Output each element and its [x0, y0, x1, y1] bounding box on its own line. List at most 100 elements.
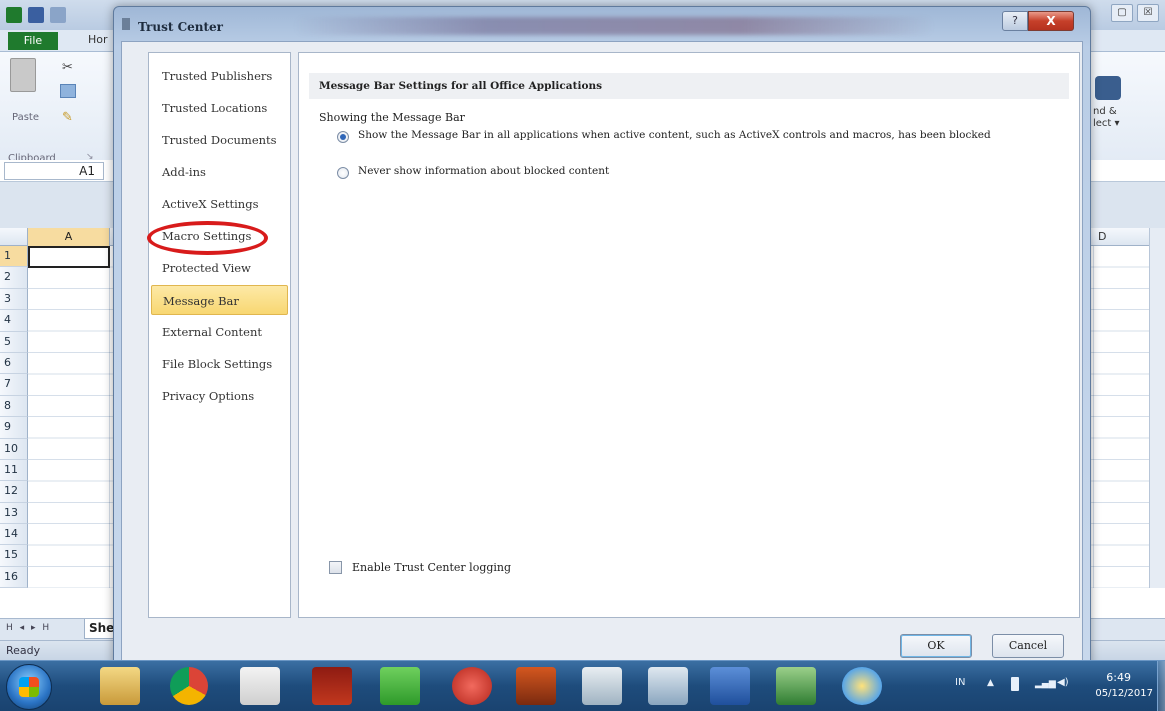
- calendar-icon[interactable]: [240, 667, 280, 705]
- nav-item-protected-view[interactable]: Protected View: [151, 253, 288, 283]
- system-tray: IN ▲ ▂▄▆ ◀) 6:49 05/12/2017: [945, 661, 1165, 711]
- start-button[interactable]: [6, 664, 52, 710]
- binoculars-icon[interactable]: [1095, 76, 1121, 100]
- trust-center-nav: Trusted Publishers Trusted Locations Trust…: [148, 52, 291, 618]
- nav-item-trusted-documents[interactable]: Trusted Documents: [151, 125, 288, 155]
- show-desktop-button[interactable]: [1157, 661, 1165, 711]
- row-header[interactable]: 10: [0, 438, 28, 460]
- ok-button[interactable]: OK: [900, 634, 972, 658]
- row-header[interactable]: 16: [0, 566, 28, 589]
- pen-app-icon[interactable]: [648, 667, 688, 705]
- nav-item-activex-settings[interactable]: ActiveX Settings: [151, 189, 288, 219]
- media-app-icon[interactable]: [516, 667, 556, 705]
- green-app-icon[interactable]: [380, 667, 420, 705]
- excel-icon[interactable]: [776, 667, 816, 705]
- column-header-a[interactable]: A: [28, 228, 110, 246]
- speed-app-icon[interactable]: [452, 667, 492, 705]
- row-header[interactable]: 7: [0, 374, 28, 396]
- nav-item-trusted-locations[interactable]: Trusted Locations: [151, 93, 288, 123]
- row-header[interactable]: 1: [0, 246, 28, 268]
- format-painter-icon[interactable]: ✎: [62, 110, 73, 125]
- excel-window-controls: ▢ ☒: [1111, 4, 1159, 22]
- dialog-help-button[interactable]: ?: [1002, 11, 1028, 31]
- nav-item-add-ins[interactable]: Add-ins: [151, 157, 288, 187]
- nav-item-privacy-options[interactable]: Privacy Options: [151, 381, 288, 411]
- name-box[interactable]: A1: [4, 162, 104, 180]
- sheet-nav-arrows[interactable]: H ◂ ▸ H: [6, 623, 51, 633]
- radio-show-message-bar[interactable]: [337, 131, 349, 143]
- macro-settings-highlight-circle: [147, 221, 268, 255]
- row-header[interactable]: 8: [0, 395, 28, 418]
- excel-close-button[interactable]: ☒: [1137, 4, 1159, 22]
- enable-logging-checkbox[interactable]: [329, 561, 342, 574]
- section-header: Message Bar Settings for all Office Appl…: [309, 73, 1069, 99]
- nav-item-external-content[interactable]: External Content: [151, 317, 288, 347]
- nav-item-file-block-settings[interactable]: File Block Settings: [151, 349, 288, 379]
- vertical-scrollbar[interactable]: [1149, 228, 1165, 588]
- quick-access-toolbar: [6, 7, 66, 23]
- file-explorer-icon[interactable]: [100, 667, 140, 705]
- row-header[interactable]: 5: [0, 331, 28, 353]
- nav-item-message-bar[interactable]: Message Bar: [151, 285, 288, 315]
- find-label-line2: lect ▾: [1093, 118, 1120, 129]
- row-header[interactable]: 4: [0, 310, 28, 332]
- cancel-button[interactable]: Cancel: [992, 634, 1064, 658]
- word-icon[interactable]: [710, 667, 750, 705]
- clock-date[interactable]: 05/12/2017: [1095, 688, 1153, 699]
- dialog-title: Trust Center: [138, 20, 223, 34]
- radio-show-label[interactable]: Show the Message Bar in all applications…: [358, 129, 1038, 141]
- row-header[interactable]: 2: [0, 267, 28, 289]
- copy-icon[interactable]: [60, 84, 76, 98]
- message-bar-group-label: Showing the Message Bar: [319, 111, 465, 124]
- battery-icon[interactable]: [1011, 677, 1019, 691]
- nav-item-trusted-publishers[interactable]: Trusted Publishers: [151, 61, 288, 91]
- cut-icon[interactable]: ✂: [62, 60, 73, 75]
- logging-row[interactable]: Enable Trust Center logging: [329, 561, 511, 574]
- file-tab[interactable]: File: [8, 32, 58, 50]
- enable-logging-label[interactable]: Enable Trust Center logging: [352, 561, 511, 574]
- find-select-label[interactable]: nd & lect ▾: [1093, 106, 1120, 130]
- paste-icon[interactable]: [10, 58, 36, 92]
- row-header[interactable]: 11: [0, 459, 28, 482]
- row-header[interactable]: 3: [0, 288, 28, 311]
- taskbar: IN ▲ ▂▄▆ ◀) 6:49 05/12/2017: [0, 660, 1165, 711]
- radio-never-show[interactable]: [337, 167, 349, 179]
- excel-logo-icon: [6, 7, 22, 23]
- clipboard-group: Paste ✂ ✎ Clipboard ↘: [6, 56, 116, 164]
- radio-row-show[interactable]: Show the Message Bar in all applications…: [337, 129, 1038, 143]
- select-all-corner[interactable]: [0, 228, 28, 246]
- paint-icon[interactable]: [842, 667, 882, 705]
- book-icon[interactable]: [312, 667, 352, 705]
- row-header[interactable]: 9: [0, 417, 28, 439]
- radio-row-never[interactable]: Never show information about blocked con…: [337, 165, 1038, 179]
- active-cell[interactable]: [28, 246, 110, 268]
- row-header[interactable]: 13: [0, 502, 28, 525]
- dialog-title-controls: ? X: [1002, 11, 1074, 31]
- row-header[interactable]: 15: [0, 545, 28, 567]
- windows-logo-icon: [19, 677, 39, 697]
- excel-restore-button[interactable]: ▢: [1111, 4, 1133, 22]
- chrome-icon[interactable]: [170, 667, 208, 705]
- radio-never-label[interactable]: Never show information about blocked con…: [358, 165, 1038, 177]
- column-header-d[interactable]: D: [1090, 228, 1150, 246]
- row-headers: 1 2 3 4 5 6 7 8 9 10 11 12 13 14 15 16: [0, 246, 28, 589]
- paste-label[interactable]: Paste: [12, 112, 39, 123]
- maps-app-icon[interactable]: [582, 667, 622, 705]
- dialog-icon: [122, 18, 130, 30]
- find-label-line1: nd &: [1093, 106, 1117, 117]
- row-header[interactable]: 14: [0, 524, 28, 546]
- tray-overflow-icon[interactable]: ▲: [987, 678, 994, 688]
- home-tab[interactable]: Hor: [88, 33, 108, 46]
- row-header[interactable]: 6: [0, 352, 28, 375]
- undo-icon[interactable]: [50, 7, 66, 23]
- clock-time[interactable]: 6:49: [1106, 671, 1131, 684]
- save-icon[interactable]: [28, 7, 44, 23]
- language-indicator[interactable]: IN: [955, 677, 965, 688]
- status-ready: Ready: [6, 644, 41, 657]
- dialog-client-area: Trusted Publishers Trusted Locations Trust…: [121, 41, 1083, 663]
- volume-icon[interactable]: ◀): [1057, 677, 1069, 688]
- dialog-close-button[interactable]: X: [1028, 11, 1074, 31]
- signal-icon[interactable]: ▂▄▆: [1035, 679, 1056, 689]
- settings-content-panel: Message Bar Settings for all Office Appl…: [298, 52, 1080, 618]
- row-header[interactable]: 12: [0, 481, 28, 503]
